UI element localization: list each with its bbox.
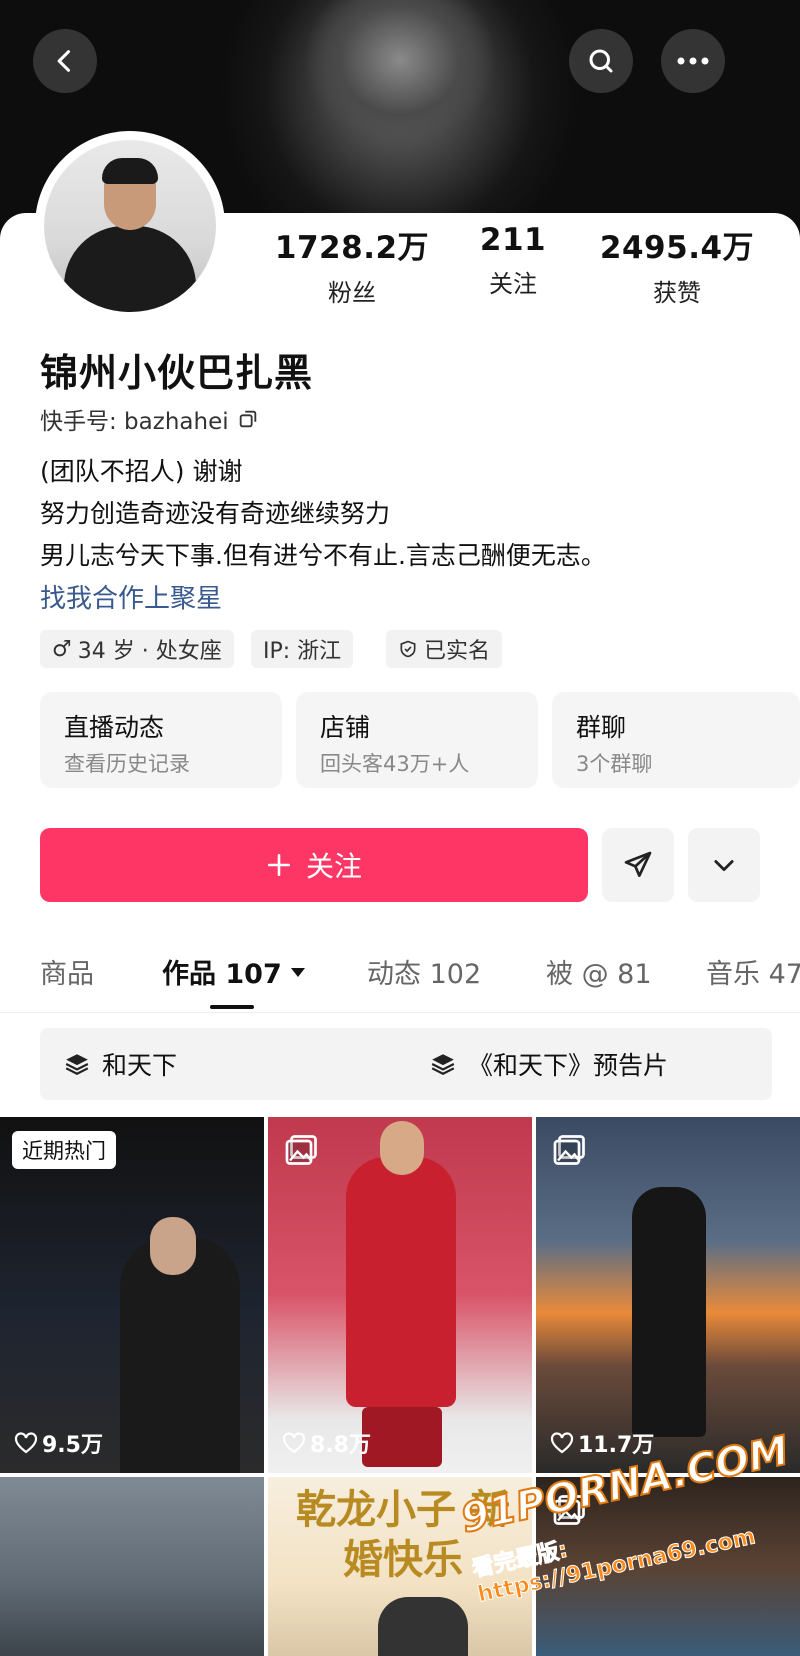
following-label: 关注 <box>489 270 537 298</box>
tab-indicator <box>210 1005 254 1009</box>
video-tile[interactable]: 8.8万 <box>268 1117 532 1473</box>
stat-following[interactable]: 211 关注 <box>433 222 593 299</box>
stat-likes[interactable]: 2495.4万 获赞 <box>597 222 757 308</box>
heart-icon <box>14 1432 38 1454</box>
tab-moments[interactable]: 动态 102 <box>367 952 481 991</box>
tab-works[interactable]: 作品 107 <box>162 952 306 991</box>
back-arrow-icon <box>57 50 71 72</box>
cooperation-link[interactable]: 找我合作上聚星 <box>40 578 222 615</box>
plus-icon <box>267 853 291 877</box>
send-message-button[interactable] <box>602 828 674 902</box>
divider <box>0 1012 800 1013</box>
photo-icon <box>285 1135 317 1165</box>
more-button[interactable] <box>661 29 725 93</box>
verified-tag: 已实名 <box>386 630 503 668</box>
caret-down-icon <box>290 967 305 977</box>
layers-icon <box>431 1054 455 1075</box>
bio-line: (团队不招人) 谢谢 <box>40 457 243 486</box>
follow-button[interactable]: 关注 <box>40 828 588 902</box>
kuaishou-id-row: 快手号: bazhahei <box>40 402 259 436</box>
bio-line: 男儿志兮天下事.但有进兮不有止.言志己酬便无志。 <box>40 541 606 570</box>
likes-count: 2495.4万 <box>599 230 755 266</box>
following-count: 211 <box>479 222 547 258</box>
like-count: 8.8万 <box>282 1427 371 1459</box>
like-count: 11.7万 <box>550 1427 654 1459</box>
person-silhouette <box>632 1187 706 1437</box>
expand-button[interactable] <box>688 828 760 902</box>
avatar[interactable] <box>35 131 225 321</box>
like-count: 9.5万 <box>14 1427 103 1459</box>
heart-icon <box>282 1432 306 1454</box>
followers-label: 粉丝 <box>328 279 376 307</box>
video-tile[interactable]: 11.7万 <box>536 1117 800 1473</box>
followers-count: 1728.2万 <box>274 230 430 266</box>
tab-products[interactable]: 商品 <box>40 952 94 991</box>
person-silhouette <box>346 1157 456 1407</box>
search-button[interactable] <box>569 29 633 93</box>
shield-check-icon <box>400 640 416 658</box>
group-chat-card[interactable]: 群聊 3个群聊 <box>552 692 800 788</box>
age-tag: ♂ 34 岁 · 处女座 <box>40 630 234 668</box>
collection-trailer[interactable]: 《和天下》预告片 <box>406 1028 772 1100</box>
ip-tag: IP: 浙江 <box>251 630 354 668</box>
collection-hetianxia[interactable]: 和天下 <box>40 1028 432 1100</box>
profile-name: 锦州小伙巴扎黑 <box>40 351 314 395</box>
chevron-down-icon <box>714 860 734 872</box>
heart-icon <box>550 1432 574 1454</box>
video-tile[interactable] <box>0 1477 264 1656</box>
likes-label: 获赞 <box>653 279 701 307</box>
stat-followers[interactable]: 1728.2万 粉丝 <box>272 222 432 308</box>
bio-line: 努力创造奇迹没有奇迹继续努力 <box>40 499 391 528</box>
search-icon <box>589 49 613 73</box>
shop-card[interactable]: 店铺 回头客43万+人 <box>296 692 538 788</box>
photo-icon <box>553 1135 585 1165</box>
layers-icon <box>65 1054 89 1075</box>
send-icon <box>624 851 652 877</box>
back-button[interactable] <box>33 29 97 93</box>
male-icon: ♂ <box>52 636 72 662</box>
hot-badge: 近期热门 <box>12 1131 116 1169</box>
kuaishou-id: 快手号: bazhahei <box>40 409 229 435</box>
more-dots-icon <box>677 57 709 65</box>
live-history-card[interactable]: 直播动态 查看历史记录 <box>40 692 282 788</box>
tab-music[interactable]: 音乐 47 <box>706 952 800 991</box>
copy-icon[interactable] <box>237 408 259 430</box>
cover-photo-figure <box>220 0 580 220</box>
tab-mentions[interactable]: 被 @ 81 <box>546 952 652 991</box>
avatar-image <box>44 140 216 312</box>
video-tile[interactable]: 近期热门 9.5万 <box>0 1117 264 1473</box>
